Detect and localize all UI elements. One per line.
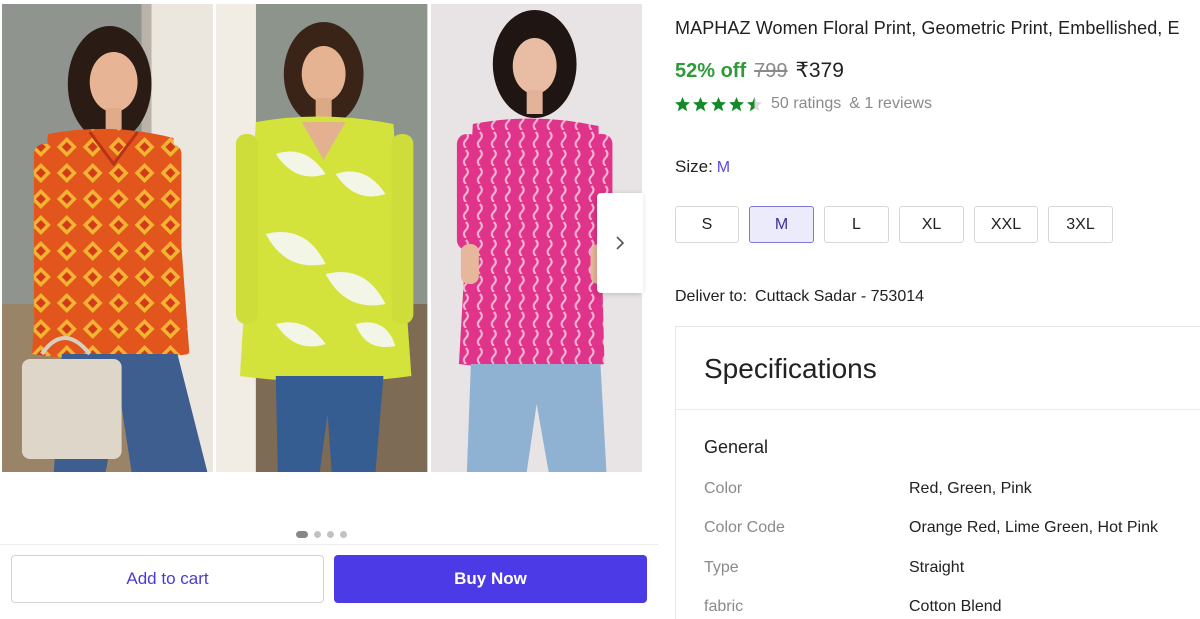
size-option-xl[interactable]: XL [899, 206, 964, 243]
reviews-count: & 1 reviews [849, 95, 932, 112]
spec-key: fabric [704, 598, 744, 615]
product-photo-orange-red[interactable] [2, 4, 214, 472]
product-gallery: Add to cart Buy Now [0, 0, 660, 619]
delivery-row[interactable]: Deliver to: Cuttack Sadar - 753014 [675, 288, 924, 306]
size-option-m[interactable]: M [749, 206, 814, 243]
spec-row-fabric: fabric Cotton Blend [704, 598, 1200, 616]
star-half-icon [747, 96, 762, 111]
next-image-button[interactable] [597, 193, 643, 293]
size-label-row: Size: M [675, 157, 730, 177]
discount-percent: 52% off [675, 60, 747, 82]
size-option-xxl[interactable]: XXL [974, 206, 1038, 243]
spec-value: Red, Green, Pink [909, 480, 1032, 497]
spec-value: Orange Red, Lime Green, Hot Pink [909, 519, 1159, 536]
spec-row-type: Type Straight [704, 559, 1200, 577]
pagination-dot[interactable] [340, 531, 347, 538]
product-title: MAPHAZ Women Floral Print, Geometric Pri… [675, 18, 1180, 38]
buy-now-button[interactable]: Buy Now [334, 555, 647, 603]
star-full-icon [675, 96, 690, 111]
rating-row[interactable]: 50 ratings & 1 reviews [674, 95, 932, 113]
pagination-dot[interactable] [314, 531, 321, 538]
specifications-title: Specifications [704, 353, 877, 384]
pagination-dot-active[interactable] [296, 531, 308, 538]
spec-value: Cotton Blend [909, 598, 1002, 615]
size-label: Size: [675, 157, 713, 176]
model-lime-green-kurti-photo [216, 4, 428, 472]
price-row: 52% off 799 ₹379 [675, 58, 844, 83]
spec-key: Color Code [704, 519, 785, 536]
original-price: 799 [754, 60, 788, 82]
spec-key: Color [704, 480, 743, 497]
selling-price: ₹379 [795, 59, 844, 82]
star-rating [674, 96, 763, 113]
product-photo-lime-green[interactable] [216, 4, 428, 472]
size-option-3xl[interactable]: 3XL [1048, 206, 1113, 243]
size-option-s[interactable]: S [675, 206, 739, 243]
product-info-panel: MAPHAZ Women Floral Print, Geometric Pri… [660, 0, 1200, 619]
spec-group-title: General [704, 437, 769, 457]
specifications-card: Specifications General Color Red, Green,… [675, 326, 1200, 619]
deliver-to-label: Deliver to: [675, 288, 748, 305]
delivery-location: Cuttack Sadar - 753014 [755, 288, 925, 305]
chevron-right-icon [616, 236, 625, 250]
pagination-dot[interactable] [327, 531, 334, 538]
star-full-icon [729, 96, 744, 111]
image-pagination-dots [296, 531, 347, 538]
spec-value: Straight [909, 559, 965, 576]
spec-row-color: Color Red, Green, Pink [704, 480, 1200, 498]
spec-row-color-code: Color Code Orange Red, Lime Green, Hot P… [704, 519, 1200, 537]
model-orange-red-kurti-photo [2, 4, 214, 472]
star-full-icon [711, 96, 726, 111]
add-to-cart-button[interactable]: Add to cart [11, 555, 324, 603]
size-options: S M L XL XXL 3XL [675, 206, 1113, 243]
star-full-icon [693, 96, 708, 111]
selected-size: M [716, 159, 731, 176]
ratings-count: 50 ratings [771, 95, 842, 112]
spec-key: Type [704, 559, 739, 576]
product-image-strip[interactable] [2, 4, 642, 472]
divider [676, 409, 1200, 410]
purchase-action-bar: Add to cart Buy Now [0, 544, 658, 610]
size-option-l[interactable]: L [824, 206, 889, 243]
